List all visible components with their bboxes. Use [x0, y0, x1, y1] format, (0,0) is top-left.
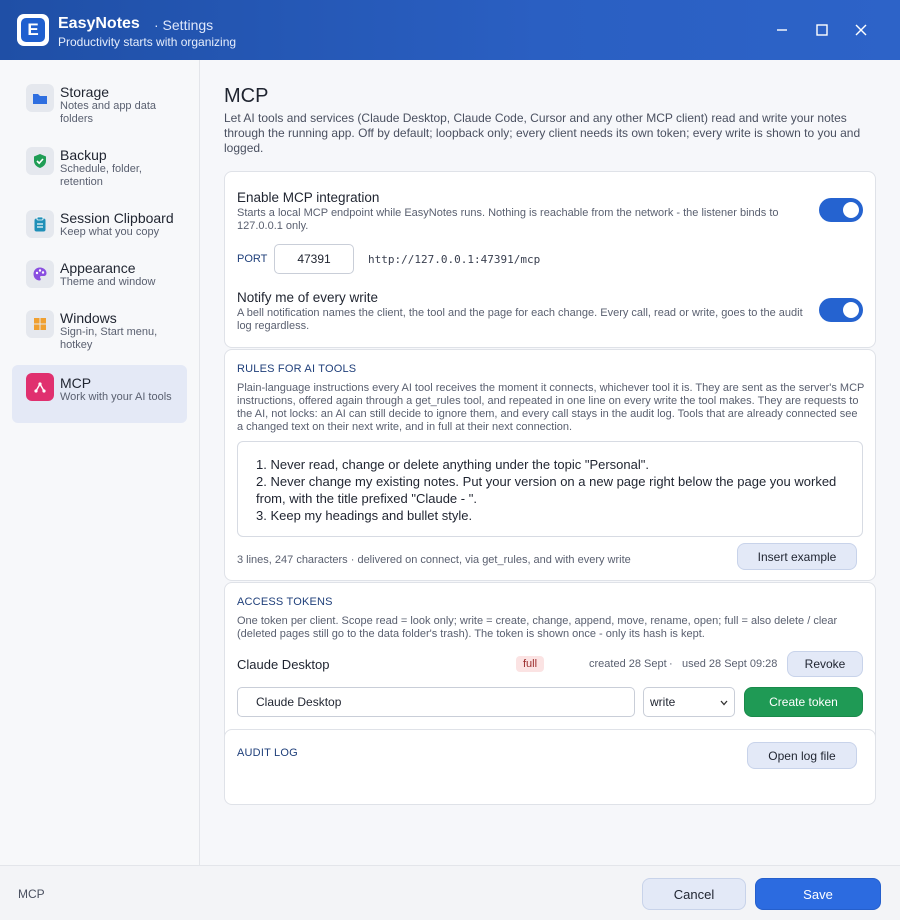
windows-grid-icon: [26, 310, 54, 338]
audit-heading: AUDIT LOG: [237, 747, 298, 759]
sidebar-item-subtitle: Keep what you copy: [60, 226, 160, 238]
sidebar-item-title: Windows: [60, 310, 117, 326]
rules-line: 3. Keep my headings and bullet style.: [256, 508, 473, 523]
audit-log-card: AUDIT LOG Open log file: [224, 729, 876, 805]
token-dot: ·: [669, 658, 673, 670]
sidebar-item-storage[interactable]: Storage Notes and app data folders: [12, 84, 187, 128]
sidebar-item-session-clipboard[interactable]: Session Clipboard Keep what you copy: [12, 210, 187, 242]
app-logo-icon: E: [17, 14, 49, 46]
mcp-integration-card: Enable MCP integration Starts a local MC…: [224, 171, 876, 348]
cancel-button[interactable]: Cancel: [642, 878, 746, 910]
sidebar-item-subtitle: Theme and window: [60, 276, 156, 288]
open-log-file-button[interactable]: Open log file: [747, 742, 857, 769]
tokens-heading: ACCESS TOKENS: [237, 596, 333, 608]
title-bar: E EasyNotes · Settings Productivity star…: [0, 0, 900, 60]
page-title: MCP: [224, 85, 269, 107]
rules-line: 2. Never change my existing notes. Put y…: [256, 474, 837, 506]
sidebar-item-subtitle: Work with your AI tools: [60, 391, 172, 403]
port-input[interactable]: 47391: [274, 244, 354, 274]
sidebar-item-title: Storage: [60, 84, 110, 100]
notify-write-desc: A bell notification names the client, th…: [237, 307, 803, 332]
sidebar-item-appearance[interactable]: Appearance Theme and window: [12, 260, 187, 292]
app-tagline: Productivity starts with organizing: [58, 35, 237, 49]
rules-heading: RULES FOR AI TOOLS: [237, 363, 357, 375]
port-label: PORT: [237, 253, 268, 265]
sidebar-item-subtitle: Notes and app data folders: [60, 100, 157, 125]
new-token-client-input[interactable]: Claude Desktop: [237, 687, 635, 717]
token-scope-selected: write: [650, 695, 676, 709]
notify-write-label: Notify me of every write: [237, 290, 379, 305]
enable-mcp-label: Enable MCP integration: [237, 190, 380, 205]
token-scope-badge: full: [516, 656, 544, 672]
rules-stats: 3 lines, 247 characters · delivered on c…: [237, 554, 631, 566]
revoke-token-button[interactable]: Revoke: [787, 651, 863, 677]
save-button[interactable]: Save: [755, 878, 881, 910]
footer-bar: MCP Cancel Save: [0, 865, 900, 920]
enable-mcp-desc: Starts a local MCP endpoint while EasyNo…: [237, 207, 779, 232]
clipboard-icon: [26, 210, 54, 238]
token-client-name: Claude Desktop: [237, 657, 330, 672]
shield-check-icon: [26, 147, 54, 175]
app-name: EasyNotes: [58, 15, 140, 32]
sidebar-item-title: MCP: [60, 375, 92, 391]
token-used: used 28 Sept 09:28: [682, 658, 778, 670]
sidebar-item-backup[interactable]: Backup Schedule, folder, retention: [12, 147, 187, 191]
maximize-icon[interactable]: [810, 18, 834, 42]
folder-icon: [26, 84, 54, 112]
endpoint-url: http://127.0.0.1:47391/mcp: [368, 253, 541, 266]
enable-mcp-toggle[interactable]: [819, 198, 863, 222]
sidebar-item-title: Session Clipboard: [60, 210, 174, 226]
create-token-button[interactable]: Create token: [744, 687, 863, 717]
minimize-icon[interactable]: [770, 18, 794, 42]
tokens-desc: One token per client. Scope read = look …: [237, 615, 838, 640]
rules-desc: Plain-language instructions every AI too…: [237, 382, 865, 433]
page-intro: Let AI tools and services (Claude Deskto…: [224, 111, 861, 155]
palette-icon: [26, 260, 54, 288]
sidebar-item-windows[interactable]: Windows Sign-in, Start menu, hotkey: [12, 310, 187, 354]
settings-content: MCP Let AI tools and services (Claude De…: [200, 60, 900, 865]
settings-sidebar: Storage Notes and app data folders Backu…: [0, 60, 200, 865]
sidebar-item-subtitle: Sign-in, Start menu, hotkey: [60, 326, 158, 351]
sidebar-item-subtitle: Schedule, folder, retention: [60, 163, 142, 188]
chevron-down-icon: [720, 695, 728, 709]
breadcrumb: · Settings: [154, 17, 214, 33]
sidebar-item-mcp[interactable]: MCP Work with your AI tools: [12, 365, 187, 423]
sidebar-item-title: Appearance: [60, 260, 136, 276]
token-created: created 28 Sept: [589, 658, 667, 670]
mcp-network-icon: [26, 373, 54, 401]
close-icon[interactable]: [849, 18, 873, 42]
footer-status: MCP: [18, 887, 45, 901]
insert-example-button[interactable]: Insert example: [737, 543, 857, 570]
rules-card: RULES FOR AI TOOLS Plain-language instru…: [224, 349, 876, 581]
sidebar-item-title: Backup: [60, 147, 107, 163]
rules-textarea[interactable]: 1. Never read, change or delete anything…: [237, 441, 863, 537]
notify-write-toggle[interactable]: [819, 298, 863, 322]
token-scope-select[interactable]: write: [643, 687, 735, 717]
rules-line: 1. Never read, change or delete anything…: [256, 457, 649, 472]
